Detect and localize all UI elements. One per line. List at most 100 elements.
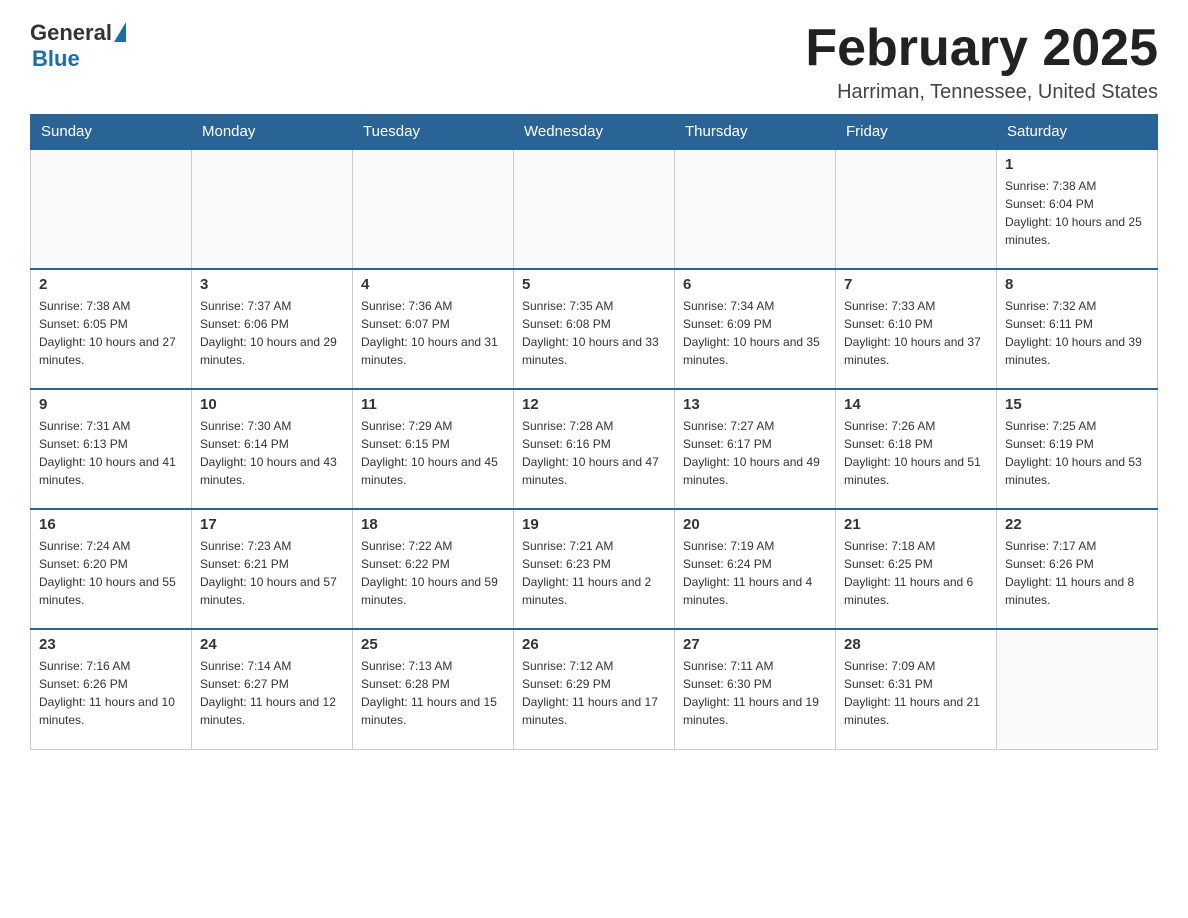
calendar-cell: 15 Sunrise: 7:25 AMSunset: 6:19 PMDayligh… (997, 389, 1158, 509)
calendar-cell (997, 629, 1158, 749)
calendar-cell: 11 Sunrise: 7:29 AMSunset: 6:15 PMDayligh… (353, 389, 514, 509)
cell-date-number: 19 (522, 516, 666, 533)
cell-date-number: 13 (683, 396, 827, 413)
calendar-cell: 7 Sunrise: 7:33 AMSunset: 6:10 PMDaylight… (836, 269, 997, 389)
cell-date-number: 8 (1005, 276, 1149, 293)
cell-sun-info: Sunrise: 7:16 AMSunset: 6:26 PMDaylight:… (39, 657, 183, 729)
calendar-cell: 28 Sunrise: 7:09 AMSunset: 6:31 PMDayligh… (836, 629, 997, 749)
cell-date-number: 1 (1005, 156, 1149, 173)
cell-sun-info: Sunrise: 7:28 AMSunset: 6:16 PMDaylight:… (522, 417, 666, 489)
cell-date-number: 6 (683, 276, 827, 293)
cell-sun-info: Sunrise: 7:36 AMSunset: 6:07 PMDaylight:… (361, 297, 505, 369)
cell-sun-info: Sunrise: 7:12 AMSunset: 6:29 PMDaylight:… (522, 657, 666, 729)
cell-date-number: 21 (844, 516, 988, 533)
calendar-cell (192, 149, 353, 269)
cell-sun-info: Sunrise: 7:22 AMSunset: 6:22 PMDaylight:… (361, 537, 505, 609)
cell-sun-info: Sunrise: 7:11 AMSunset: 6:30 PMDaylight:… (683, 657, 827, 729)
cell-sun-info: Sunrise: 7:27 AMSunset: 6:17 PMDaylight:… (683, 417, 827, 489)
calendar-table: SundayMondayTuesdayWednesdayThursdayFrid… (30, 114, 1158, 750)
cell-sun-info: Sunrise: 7:13 AMSunset: 6:28 PMDaylight:… (361, 657, 505, 729)
cell-date-number: 12 (522, 396, 666, 413)
calendar-cell: 16 Sunrise: 7:24 AMSunset: 6:20 PMDayligh… (31, 509, 192, 629)
cell-date-number: 7 (844, 276, 988, 293)
cell-date-number: 11 (361, 396, 505, 413)
cell-sun-info: Sunrise: 7:30 AMSunset: 6:14 PMDaylight:… (200, 417, 344, 489)
cell-sun-info: Sunrise: 7:18 AMSunset: 6:25 PMDaylight:… (844, 537, 988, 609)
cell-sun-info: Sunrise: 7:26 AMSunset: 6:18 PMDaylight:… (844, 417, 988, 489)
header-friday: Friday (836, 115, 997, 150)
cell-sun-info: Sunrise: 7:23 AMSunset: 6:21 PMDaylight:… (200, 537, 344, 609)
calendar-cell (514, 149, 675, 269)
page-header: General Blue February 2025 Harriman, Ten… (30, 20, 1158, 104)
calendar-cell: 13 Sunrise: 7:27 AMSunset: 6:17 PMDayligh… (675, 389, 836, 509)
cell-date-number: 26 (522, 636, 666, 653)
header-saturday: Saturday (997, 115, 1158, 150)
calendar-cell: 22Sunrise: 7:17 AMSunset: 6:26 PMDayligh… (997, 509, 1158, 629)
cell-date-number: 20 (683, 516, 827, 533)
cell-date-number: 18 (361, 516, 505, 533)
cell-date-number: 10 (200, 396, 344, 413)
cell-sun-info: Sunrise: 7:21 AMSunset: 6:23 PMDaylight:… (522, 537, 666, 609)
calendar-cell: 12 Sunrise: 7:28 AMSunset: 6:16 PMDayligh… (514, 389, 675, 509)
calendar-cell: 21 Sunrise: 7:18 AMSunset: 6:25 PMDayligh… (836, 509, 997, 629)
calendar-cell: 8 Sunrise: 7:32 AMSunset: 6:11 PMDaylight… (997, 269, 1158, 389)
calendar-cell: 18 Sunrise: 7:22 AMSunset: 6:22 PMDayligh… (353, 509, 514, 629)
cell-sun-info: Sunrise: 7:33 AMSunset: 6:10 PMDaylight:… (844, 297, 988, 369)
cell-sun-info: Sunrise: 7:09 AMSunset: 6:31 PMDaylight:… (844, 657, 988, 729)
header-monday: Monday (192, 115, 353, 150)
week-row-2: 2Sunrise: 7:38 AMSunset: 6:05 PMDaylight… (31, 269, 1158, 389)
cell-sun-info: Sunrise: 7:32 AMSunset: 6:11 PMDaylight:… (1005, 297, 1149, 369)
cell-sun-info: Sunrise: 7:25 AMSunset: 6:19 PMDaylight:… (1005, 417, 1149, 489)
cell-sun-info: Sunrise: 7:35 AMSunset: 6:08 PMDaylight:… (522, 297, 666, 369)
cell-date-number: 17 (200, 516, 344, 533)
cell-date-number: 15 (1005, 396, 1149, 413)
cell-date-number: 23 (39, 636, 183, 653)
cell-date-number: 24 (200, 636, 344, 653)
week-row-5: 23 Sunrise: 7:16 AMSunset: 6:26 PMDayligh… (31, 629, 1158, 749)
calendar-cell (31, 149, 192, 269)
week-row-3: 9 Sunrise: 7:31 AMSunset: 6:13 PMDaylight… (31, 389, 1158, 509)
calendar-cell (353, 149, 514, 269)
logo-triangle-icon (114, 22, 126, 42)
cell-sun-info: Sunrise: 7:31 AMSunset: 6:13 PMDaylight:… (39, 417, 183, 489)
cell-date-number: 16 (39, 516, 183, 533)
month-title: February 2025 (805, 20, 1158, 77)
calendar-cell: 26 Sunrise: 7:12 AMSunset: 6:29 PMDayligh… (514, 629, 675, 749)
title-section: February 2025 Harriman, Tennessee, Unite… (805, 20, 1158, 104)
cell-date-number: 22 (1005, 516, 1149, 533)
cell-date-number: 4 (361, 276, 505, 293)
logo-blue-text: Blue (32, 46, 80, 72)
week-row-1: 1 Sunrise: 7:38 AMSunset: 6:04 PMDaylight… (31, 149, 1158, 269)
cell-date-number: 25 (361, 636, 505, 653)
logo-general-text: General (30, 20, 112, 46)
header-wednesday: Wednesday (514, 115, 675, 150)
calendar-cell: 6 Sunrise: 7:34 AMSunset: 6:09 PMDaylight… (675, 269, 836, 389)
cell-date-number: 2 (39, 276, 183, 293)
week-row-4: 16 Sunrise: 7:24 AMSunset: 6:20 PMDayligh… (31, 509, 1158, 629)
calendar-cell: 17 Sunrise: 7:23 AMSunset: 6:21 PMDayligh… (192, 509, 353, 629)
calendar-cell: 2Sunrise: 7:38 AMSunset: 6:05 PMDaylight… (31, 269, 192, 389)
cell-sun-info: Sunrise: 7:34 AMSunset: 6:09 PMDaylight:… (683, 297, 827, 369)
calendar-cell (675, 149, 836, 269)
cell-date-number: 9 (39, 396, 183, 413)
cell-sun-info: Sunrise: 7:19 AMSunset: 6:24 PMDaylight:… (683, 537, 827, 609)
calendar-header-row: SundayMondayTuesdayWednesdayThursdayFrid… (31, 115, 1158, 150)
calendar-cell: 24 Sunrise: 7:14 AMSunset: 6:27 PMDayligh… (192, 629, 353, 749)
cell-date-number: 14 (844, 396, 988, 413)
calendar-cell: 3Sunrise: 7:37 AMSunset: 6:06 PMDaylight… (192, 269, 353, 389)
cell-date-number: 28 (844, 636, 988, 653)
cell-sun-info: Sunrise: 7:38 AMSunset: 6:04 PMDaylight:… (1005, 177, 1149, 249)
cell-sun-info: Sunrise: 7:29 AMSunset: 6:15 PMDaylight:… (361, 417, 505, 489)
cell-sun-info: Sunrise: 7:37 AMSunset: 6:06 PMDaylight:… (200, 297, 344, 369)
calendar-cell: 19 Sunrise: 7:21 AMSunset: 6:23 PMDayligh… (514, 509, 675, 629)
cell-sun-info: Sunrise: 7:24 AMSunset: 6:20 PMDaylight:… (39, 537, 183, 609)
calendar-cell: 1 Sunrise: 7:38 AMSunset: 6:04 PMDaylight… (997, 149, 1158, 269)
calendar-cell: 27 Sunrise: 7:11 AMSunset: 6:30 PMDayligh… (675, 629, 836, 749)
logo: General Blue (30, 20, 126, 72)
cell-sun-info: Sunrise: 7:14 AMSunset: 6:27 PMDaylight:… (200, 657, 344, 729)
calendar-cell: 4 Sunrise: 7:36 AMSunset: 6:07 PMDaylight… (353, 269, 514, 389)
cell-date-number: 27 (683, 636, 827, 653)
header-thursday: Thursday (675, 115, 836, 150)
calendar-cell: 25 Sunrise: 7:13 AMSunset: 6:28 PMDayligh… (353, 629, 514, 749)
calendar-cell: 9 Sunrise: 7:31 AMSunset: 6:13 PMDaylight… (31, 389, 192, 509)
